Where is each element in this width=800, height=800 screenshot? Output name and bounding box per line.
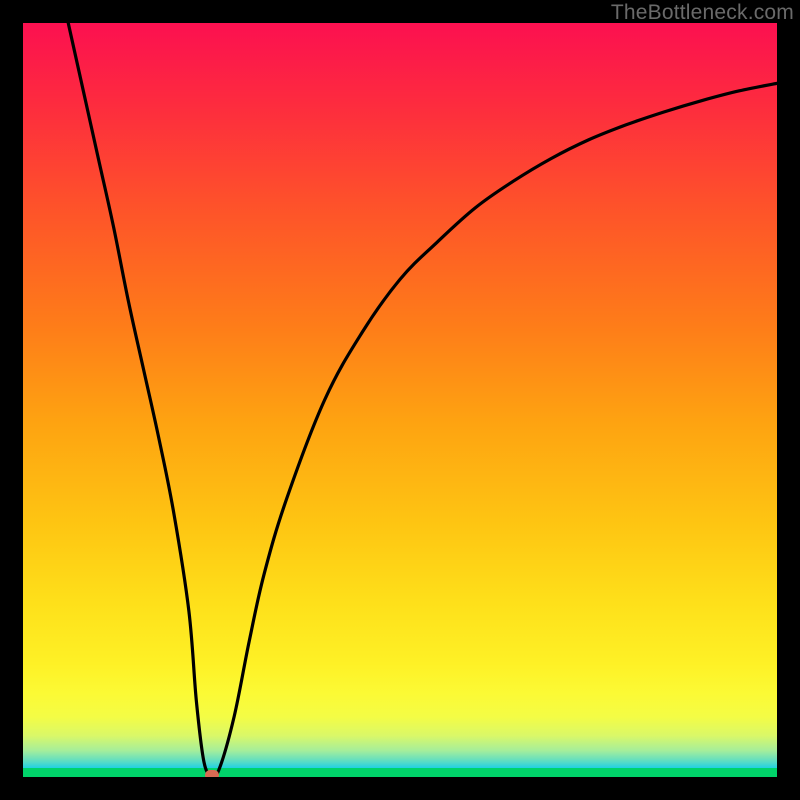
chart-container: TheBottleneck.com (0, 0, 800, 800)
watermark-text: TheBottleneck.com (611, 1, 794, 25)
plot-area (23, 23, 777, 777)
curve-svg (23, 23, 777, 777)
minimum-marker (205, 770, 219, 777)
curve-path (68, 23, 777, 777)
